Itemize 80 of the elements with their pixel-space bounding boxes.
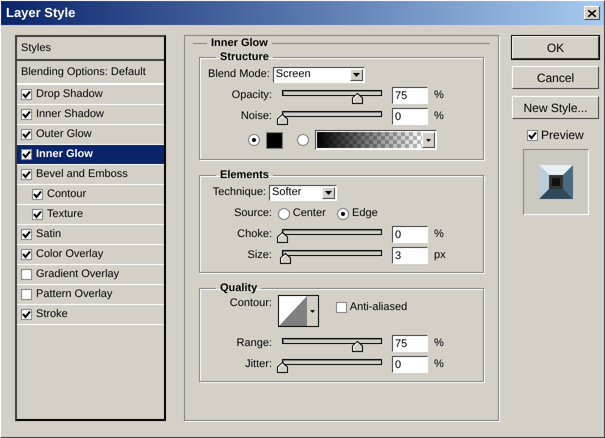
field-label: Source: [233, 206, 272, 222]
style-item[interactable]: Blending Options: Default [17, 61, 164, 85]
number-field[interactable]: 0 [392, 108, 428, 125]
close-button[interactable] [584, 6, 600, 20]
slider-thumb[interactable] [277, 112, 288, 122]
caret-icon [352, 72, 360, 76]
style-item[interactable]: Pattern Overlay [17, 285, 164, 305]
cancel-button[interactable]: Cancel [512, 66, 599, 89]
style-item[interactable]: Contour [17, 185, 164, 205]
technique-dropdown[interactable]: Softer [269, 184, 337, 200]
unit-label: px [434, 248, 446, 264]
unit-label: % [434, 88, 444, 104]
number-field[interactable]: 0 [392, 356, 428, 373]
checkbox[interactable] [32, 189, 43, 200]
style-item[interactable]: Color Overlay [17, 245, 164, 265]
checkbox[interactable] [21, 169, 32, 180]
blend-mode-dropdown[interactable]: Screen [272, 66, 365, 82]
close-icon [588, 10, 596, 16]
field-label: Noise: [240, 109, 272, 124]
checkbox[interactable] [21, 229, 32, 240]
section-title: Structure [219, 50, 270, 64]
new-style-button[interactable]: New Style... [512, 96, 599, 119]
field-label: Blend Mode: [208, 67, 270, 82]
gradient-picker[interactable] [315, 130, 437, 150]
style-item[interactable]: Inner Glow [17, 145, 164, 165]
number-field[interactable]: 75 [392, 335, 428, 352]
contour-picker[interactable] [278, 295, 319, 327]
number-field[interactable]: 0 [392, 226, 428, 243]
style-item[interactable]: Stroke [17, 305, 164, 325]
checkbox[interactable] [336, 302, 347, 313]
beveled-square-icon [538, 165, 572, 199]
checkbox[interactable] [32, 209, 43, 220]
field-label: Range: [236, 336, 272, 352]
radio-button[interactable] [248, 134, 260, 146]
field-label: Jitter: [244, 357, 272, 372]
style-item[interactable]: Satin [17, 225, 164, 245]
field-label: Contour: [228, 296, 272, 311]
ok-button[interactable]: OK [512, 36, 599, 59]
list-header: Styles [17, 37, 164, 61]
checkbox-label[interactable]: Preview [541, 126, 584, 144]
field-label: Opacity: [230, 88, 272, 104]
section-title: Elements [219, 168, 270, 182]
style-item[interactable]: Gradient Overlay [17, 265, 164, 285]
radio-button[interactable] [278, 208, 290, 220]
caret-icon [426, 138, 431, 142]
checkbox[interactable] [21, 249, 32, 260]
checkbox-label[interactable]: Anti-aliased [350, 299, 408, 316]
unit-label: % [434, 357, 444, 372]
caret-icon [310, 310, 315, 312]
checkbox[interactable] [21, 289, 32, 300]
style-item[interactable]: Drop Shadow [17, 85, 164, 105]
style-item[interactable]: Inner Shadow [17, 105, 164, 125]
caret-icon [325, 190, 332, 194]
checkbox[interactable] [527, 130, 538, 140]
unit-label: % [434, 109, 444, 124]
number-field[interactable]: 3 [392, 247, 428, 264]
section-title: Quality [219, 281, 258, 295]
style-item[interactable]: Texture [17, 205, 164, 225]
radio-button[interactable] [297, 134, 309, 146]
option-label[interactable]: Edge [352, 205, 378, 222]
radio-button[interactable] [337, 208, 350, 220]
checkbox[interactable] [21, 109, 32, 120]
checkbox[interactable] [21, 149, 32, 160]
section-title: Inner Glow [210, 36, 269, 50]
field-label: Size: [246, 248, 272, 264]
style-item[interactable]: Bevel and Emboss [17, 165, 164, 185]
color-swatch[interactable] [266, 132, 283, 148]
number-field[interactable]: 75 [392, 87, 428, 104]
unit-label: % [434, 336, 444, 352]
slider-thumb[interactable] [277, 230, 288, 240]
checkbox[interactable] [21, 129, 32, 140]
window-title: Layer Style [6, 4, 76, 22]
unit-label: % [434, 227, 444, 242]
checkbox[interactable] [21, 309, 32, 320]
field-label: Choke: [236, 227, 272, 242]
checkbox[interactable] [21, 89, 32, 100]
checkbox[interactable] [21, 269, 32, 280]
option-label[interactable]: Center [292, 205, 326, 222]
slider-thumb[interactable] [277, 360, 288, 370]
field-label: Technique: [212, 185, 266, 200]
